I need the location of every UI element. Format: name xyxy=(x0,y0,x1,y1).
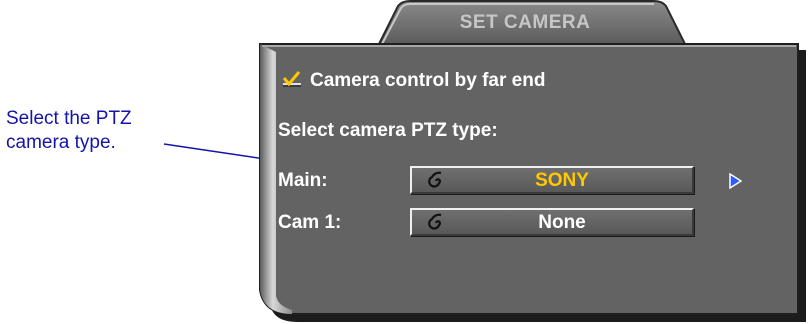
ptz-type-heading: Select camera PTZ type: xyxy=(278,120,498,141)
far-end-control-checkbox[interactable]: Camera control by far end xyxy=(282,70,545,92)
panel-title: SET CAMERA xyxy=(459,12,591,33)
main-camera-label: Main: xyxy=(278,170,328,191)
check-icon xyxy=(282,71,301,87)
annotation-callout: Select the PTZ camera type. xyxy=(6,107,132,155)
right-arrow-icon[interactable] xyxy=(728,173,742,189)
annotation-line-2: camera type. xyxy=(6,132,116,153)
cam1-label: Cam 1: xyxy=(278,212,342,233)
main-camera-ptz-value: SONY xyxy=(535,170,589,191)
cam1-ptz-select[interactable]: None xyxy=(410,208,694,236)
cam1-ptz-value: None xyxy=(538,212,586,233)
far-end-control-label: Camera control by far end xyxy=(310,70,546,91)
spiral-icon xyxy=(428,171,442,188)
set-camera-panel: SET CAMERA Camera control by far end Sel… xyxy=(258,0,808,324)
annotation-line-1: Select the PTZ xyxy=(6,108,132,129)
spiral-icon xyxy=(428,213,442,230)
main-camera-ptz-select[interactable]: SONY xyxy=(410,166,694,194)
